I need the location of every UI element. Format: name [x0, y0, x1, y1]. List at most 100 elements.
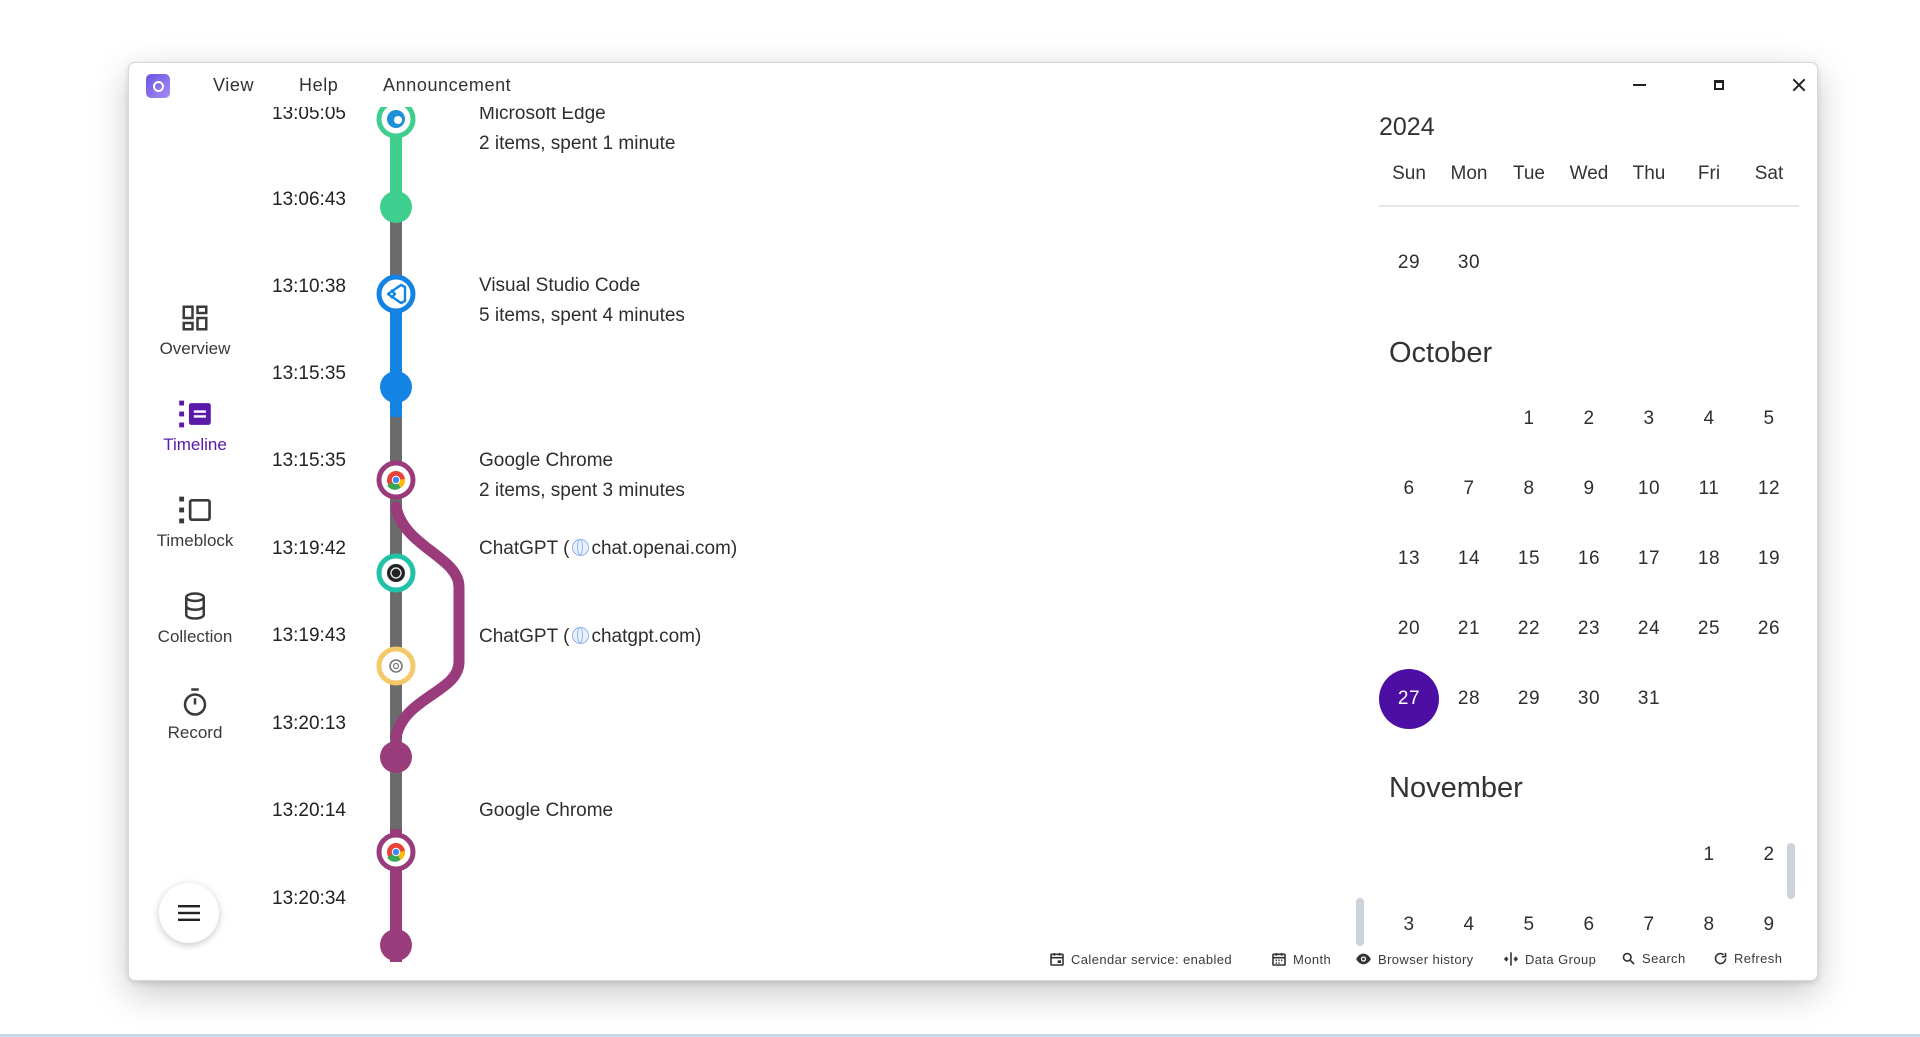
microsoft-edge-icon-hole: [394, 116, 402, 124]
calendar-day[interactable]: 23: [1559, 599, 1619, 659]
calendar-day[interactable]: 5: [1739, 389, 1799, 449]
entry-edge-summary: 2 items, spent 1 minute: [479, 133, 676, 154]
eye-icon: [1356, 953, 1371, 965]
calendar-day[interactable]: 1: [1499, 389, 1559, 449]
refresh-button[interactable]: Refresh: [1713, 951, 1782, 966]
status-bar: Calendar service: enabled Month Browser …: [129, 943, 1817, 977]
time-label: 13:20:14: [272, 800, 346, 821]
entry-chatgpt-1-name: ChatGPT (: [479, 538, 570, 559]
entry-chatgpt-2-close: ): [694, 626, 702, 647]
calendar-day[interactable]: 3: [1619, 389, 1679, 449]
entry-vscode-summary: 5 items, spent 4 minutes: [479, 305, 685, 326]
entry-chatgpt-2[interactable]: ChatGPT (chatgpt.com): [479, 626, 701, 648]
calendar-day[interactable]: 30: [1439, 233, 1499, 293]
calendar-day[interactable]: 6: [1379, 459, 1439, 519]
entry-chrome-summary: 2 items, spent 3 minutes: [479, 480, 685, 501]
calendar-day[interactable]: 19: [1739, 529, 1799, 589]
month-title-october: October: [1389, 337, 1493, 369]
close-icon: [1792, 78, 1806, 92]
browser-history-label: Browser history: [1378, 951, 1474, 967]
time-label: 13:05:05: [272, 107, 346, 124]
calendar-day[interactable]: 25: [1679, 599, 1739, 659]
menu-help[interactable]: Help: [299, 75, 338, 96]
entry-chatgpt-1[interactable]: ChatGPT (chat.openai.com): [479, 538, 737, 560]
weekday-label: Tue: [1512, 163, 1546, 184]
chrome-branch-end-node[interactable]: [380, 741, 412, 773]
calendar-day[interactable]: 4: [1679, 389, 1739, 449]
calendar-day[interactable]: 28: [1439, 669, 1499, 729]
entry-chatgpt-2-domain: chatgpt.com: [591, 626, 695, 647]
timeline-scrollbar[interactable]: [1356, 898, 1364, 946]
calendar-day[interactable]: 31: [1619, 669, 1679, 729]
close-button[interactable]: [1779, 71, 1817, 99]
timeline-panel: 13:05:05 13:06:43 13:10:38 13:15:35 13:1…: [129, 107, 1339, 980]
maximize-button[interactable]: [1699, 71, 1739, 99]
calendar-day[interactable]: 16: [1559, 529, 1619, 589]
search-button[interactable]: Search: [1621, 951, 1686, 966]
calendar-day[interactable]: 15: [1499, 529, 1559, 589]
calendar-day[interactable]: 29: [1379, 233, 1439, 293]
data-group-button[interactable]: Data Group: [1503, 951, 1596, 967]
time-label: 13:20:13: [272, 713, 346, 734]
entry-vscode-title[interactable]: Visual Studio Code: [479, 275, 640, 297]
calendar-day[interactable]: 22: [1499, 599, 1559, 659]
weekday-label: Mon: [1450, 163, 1488, 184]
entry-chatgpt-1-close: ): [730, 538, 738, 559]
calendar-day[interactable]: 9: [1559, 459, 1619, 519]
calendar-day[interactable]: 8: [1499, 459, 1559, 519]
minimize-icon: [1632, 84, 1646, 86]
calendar-day[interactable]: 20: [1379, 599, 1439, 659]
calendar-day[interactable]: 17: [1619, 529, 1679, 589]
calendar-day[interactable]: 12: [1739, 459, 1799, 519]
calendar-scrollbar[interactable]: [1787, 843, 1795, 899]
chatgpt-node-2[interactable]: [376, 646, 416, 686]
time-label: 13:06:43: [272, 189, 346, 210]
refresh-icon: [1714, 952, 1727, 965]
calendar-day[interactable]: 13: [1379, 529, 1439, 589]
calendar-panel: 2024 Sun Mon Tue Wed Thu Fri Sat 29 30 O…: [1379, 107, 1799, 980]
search-icon: [1622, 952, 1635, 965]
calendar-day[interactable]: 1: [1679, 825, 1739, 885]
calendar-day[interactable]: 14: [1439, 529, 1499, 589]
vscode-end-node[interactable]: [380, 371, 412, 403]
maximize-icon: [1714, 80, 1724, 90]
edge-end-node[interactable]: [380, 191, 412, 223]
calendar-day[interactable]: 24: [1619, 599, 1679, 659]
calendar-day[interactable]: 30: [1559, 669, 1619, 729]
app-logo-icon: [146, 74, 170, 98]
month-view-button[interactable]: Month: [1271, 951, 1331, 967]
month-title-november: November: [1389, 772, 1523, 804]
menu-announcement[interactable]: Announcement: [383, 75, 511, 96]
month-label: Month: [1293, 951, 1332, 967]
calendar-day[interactable]: 2: [1559, 389, 1619, 449]
menu-view[interactable]: View: [213, 75, 254, 96]
calendar-day[interactable]: 11: [1679, 459, 1739, 519]
entry-chrome-title[interactable]: Google Chrome: [479, 450, 613, 472]
globe-icon: [572, 627, 590, 644]
weekday-label: Sun: [1392, 163, 1426, 184]
entry-edge-title[interactable]: Microsoft Edge: [479, 107, 606, 125]
chatgpt-icon: [387, 564, 405, 582]
title-bar: View Help Announcement: [129, 63, 1817, 107]
refresh-label: Refresh: [1734, 951, 1783, 966]
calendar-day-selected[interactable]: 27: [1379, 669, 1439, 729]
calendar-day[interactable]: 7: [1439, 459, 1499, 519]
calendar-day[interactable]: 18: [1679, 529, 1739, 589]
calendar-service-status[interactable]: Calendar service: enabled: [1049, 951, 1232, 967]
globe-icon: [572, 539, 590, 556]
weekday-label: Wed: [1569, 163, 1609, 184]
entry-chrome-2-title[interactable]: Google Chrome: [479, 800, 613, 822]
search-label: Search: [1642, 951, 1686, 966]
calendar-day[interactable]: 21: [1439, 599, 1499, 659]
calendar-day[interactable]: 26: [1739, 599, 1799, 659]
minimize-button[interactable]: [1619, 71, 1659, 99]
calendar-day[interactable]: 10: [1619, 459, 1679, 519]
calendar-day[interactable]: 29: [1499, 669, 1559, 729]
time-label: 13:15:35: [272, 363, 346, 384]
weekday-label: Thu: [1632, 163, 1666, 184]
calendar-divider: [1379, 205, 1799, 207]
time-label: 13:19:42: [272, 538, 346, 559]
time-label: 13:10:38: [272, 276, 346, 297]
browser-history-button[interactable]: Browser history: [1355, 951, 1474, 967]
calendar-service-label: Calendar service: enabled: [1071, 951, 1233, 967]
